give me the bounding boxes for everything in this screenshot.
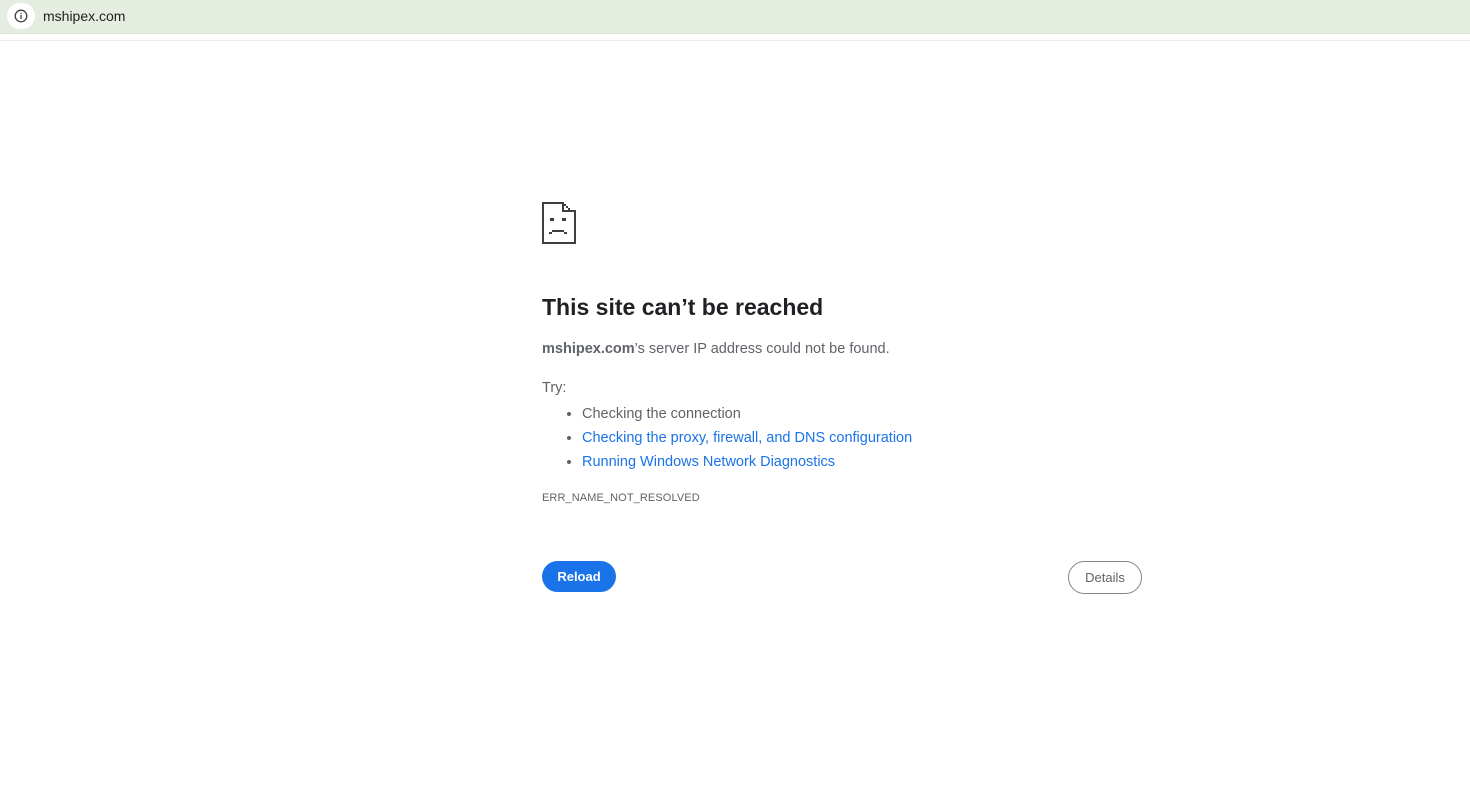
url-text[interactable]: mshipex.com <box>43 8 125 24</box>
try-label: Try: <box>542 380 567 396</box>
suggestion-check-connection: Checking the connection <box>582 402 912 426</box>
error-host: mshipex.com <box>542 341 635 357</box>
suggestion-check-proxy[interactable]: Checking the proxy, firewall, and DNS co… <box>582 426 912 450</box>
suggestions-list: Checking the connection Checking the pro… <box>542 402 912 474</box>
address-bar[interactable]: mshipex.com <box>0 0 1470 34</box>
suggestion-link-proxy[interactable]: Checking the proxy, firewall, and DNS co… <box>582 430 912 446</box>
error-code: ERR_NAME_NOT_RESOLVED <box>542 492 700 504</box>
reload-button[interactable]: Reload <box>542 561 616 592</box>
error-description: mshipex.com’s server IP address could no… <box>542 340 890 358</box>
sad-document-icon <box>542 202 576 244</box>
info-circle-icon[interactable] <box>7 3 35 29</box>
error-description-text: ’s server IP address could not be found. <box>634 341 890 357</box>
error-title: This site can’t be reached <box>542 294 824 320</box>
suggestion-link-diagnostics[interactable]: Running Windows Network Diagnostics <box>582 454 835 470</box>
toolbar-divider <box>0 34 1470 41</box>
details-button[interactable]: Details <box>1068 561 1142 594</box>
suggestion-text: Checking the connection <box>582 406 741 422</box>
suggestion-network-diagnostics[interactable]: Running Windows Network Diagnostics <box>582 450 912 474</box>
